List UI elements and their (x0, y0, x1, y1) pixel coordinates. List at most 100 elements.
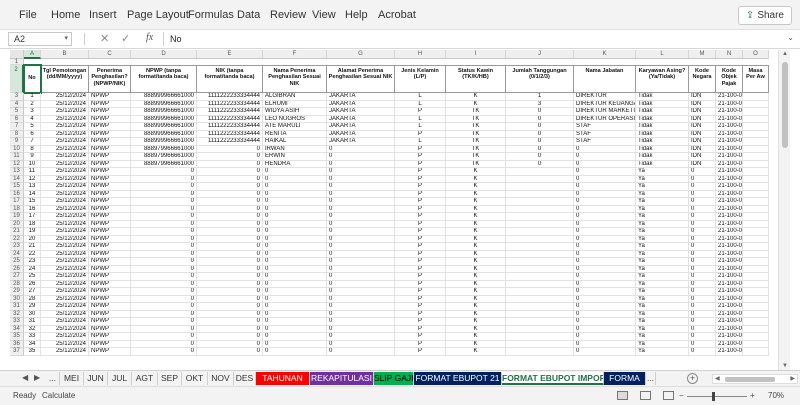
table-cell[interactable]: IDN (689, 100, 716, 108)
normal-view-icon[interactable] (617, 391, 628, 400)
row-header[interactable]: 16 (10, 190, 24, 198)
table-cell[interactable]: 0 (506, 153, 574, 161)
column-header-i[interactable]: I (446, 50, 506, 59)
table-cell[interactable]: 1 (506, 93, 574, 101)
table-cell[interactable]: NPWP (89, 100, 131, 108)
table-cell[interactable]: P (395, 235, 446, 243)
table-cell[interactable]: 21-100-01 (716, 198, 743, 206)
table-cell[interactable]: 24 (24, 265, 41, 273)
table-cell[interactable]: 21-100-01 (716, 175, 743, 183)
table-cell[interactable]: Tidak (636, 100, 689, 108)
table-cell[interactable] (743, 333, 769, 341)
table-cell[interactable]: 1111222233334444 (197, 93, 263, 101)
table-cell[interactable]: K (446, 340, 506, 348)
sheet-tab[interactable]: TAHUNAN (256, 372, 310, 385)
table-cell[interactable]: Ya (636, 213, 689, 221)
header-cell-o[interactable]: Masa Per Aw (743, 65, 769, 93)
table-cell[interactable] (506, 295, 574, 303)
table-cell[interactable]: 0 (263, 295, 327, 303)
table-cell[interactable]: NPWP (89, 250, 131, 258)
table-cell[interactable]: P (395, 280, 446, 288)
table-cell[interactable]: 0 (263, 250, 327, 258)
table-cell[interactable]: 25/12/2024 (41, 265, 89, 273)
table-cell[interactable]: 0 (689, 325, 716, 333)
table-cell[interactable] (506, 273, 574, 281)
table-cell[interactable]: Ya (636, 175, 689, 183)
table-cell[interactable]: 0 (327, 205, 395, 213)
column-header-b[interactable]: B (41, 50, 89, 59)
table-cell[interactable]: L (395, 100, 446, 108)
table-cell[interactable]: K (446, 295, 506, 303)
table-cell[interactable] (506, 205, 574, 213)
table-cell[interactable]: 0 (574, 175, 636, 183)
header-cell-e[interactable]: NIK (tanpa format/tanda baca) (197, 65, 263, 93)
header-cell-k[interactable]: Nama Jabatan (574, 65, 636, 93)
table-cell[interactable]: Ya (636, 325, 689, 333)
row-header[interactable]: 33 (10, 318, 24, 326)
table-cell[interactable]: 21-100-01 (716, 123, 743, 131)
table-cell[interactable]: 0 (131, 258, 197, 266)
row-header[interactable]: 4 (10, 100, 24, 108)
table-cell[interactable]: 0 (574, 183, 636, 191)
column-header-n[interactable]: N (716, 50, 743, 59)
table-cell[interactable]: 25/12/2024 (41, 183, 89, 191)
row-header[interactable]: 3 (10, 93, 24, 101)
table-cell[interactable]: 0 (131, 175, 197, 183)
table-cell[interactable]: 21-100-01 (716, 183, 743, 191)
header-cell-f[interactable]: Nama Penerima Penghasilan Sesuai NIK (263, 65, 327, 93)
header-cell-l[interactable]: Karyawan Asing? (Ya/Tidak) (636, 65, 689, 93)
row-header[interactable]: 27 (10, 273, 24, 281)
table-cell[interactable]: 0 (574, 280, 636, 288)
table-cell[interactable]: 25/12/2024 (41, 220, 89, 228)
row-header[interactable]: 7 (10, 123, 24, 131)
menu-review[interactable]: Review (270, 9, 306, 21)
table-cell[interactable]: 2 (24, 100, 41, 108)
table-cell[interactable]: 0 (689, 235, 716, 243)
table-cell[interactable]: 0 (197, 273, 263, 281)
table-cell[interactable]: K (446, 190, 506, 198)
table-cell[interactable] (506, 340, 574, 348)
table-cell[interactable]: 0 (506, 138, 574, 146)
table-cell[interactable]: 0 (327, 228, 395, 236)
table-cell[interactable]: Ya (636, 265, 689, 273)
table-cell[interactable]: P (395, 348, 446, 356)
table-cell[interactable]: K (446, 265, 506, 273)
table-cell[interactable]: 34 (24, 340, 41, 348)
table-cell[interactable] (743, 258, 769, 266)
sheet-tab[interactable]: MEI (60, 372, 84, 385)
horizontal-scroll-thumb[interactable] (725, 377, 775, 382)
table-cell[interactable] (743, 145, 769, 153)
sheet-tab[interactable]: SLIP GAJI (374, 372, 414, 385)
table-cell[interactable]: P (395, 258, 446, 266)
table-cell[interactable]: 0 (506, 160, 574, 168)
table-cell[interactable]: 0 (574, 318, 636, 326)
table-cell[interactable]: NPWP (89, 153, 131, 161)
table-cell[interactable]: 0 (689, 303, 716, 311)
table-cell[interactable]: 0 (263, 303, 327, 311)
table-cell[interactable]: K (446, 175, 506, 183)
table-cell[interactable]: P (395, 183, 446, 191)
table-cell[interactable]: 0 (263, 348, 327, 356)
table-cell[interactable]: 0 (574, 333, 636, 341)
table-cell[interactable]: 0 (574, 198, 636, 206)
table-cell[interactable]: K (446, 258, 506, 266)
table-cell[interactable]: 0 (327, 250, 395, 258)
table-cell[interactable]: 0 (197, 160, 263, 168)
table-cell[interactable]: ELRUMI (263, 100, 327, 108)
table-cell[interactable]: TK (446, 145, 506, 153)
table-cell[interactable]: 0 (689, 228, 716, 236)
table-cell[interactable] (506, 258, 574, 266)
table-cell[interactable]: 0 (689, 250, 716, 258)
table-cell[interactable]: 0 (574, 295, 636, 303)
table-cell[interactable] (743, 130, 769, 138)
row-header[interactable]: 14 (10, 175, 24, 183)
table-cell[interactable]: 3 (506, 100, 574, 108)
table-cell[interactable]: P (395, 168, 446, 176)
table-cell[interactable]: 888979966661000 (131, 145, 197, 153)
table-cell[interactable]: 0 (506, 115, 574, 123)
table-cell[interactable]: 0 (197, 198, 263, 206)
table-cell[interactable]: 0 (327, 198, 395, 206)
table-cell[interactable]: 888999966661000 (131, 108, 197, 116)
table-cell[interactable]: 0 (131, 318, 197, 326)
table-cell[interactable]: 888999966661000 (131, 138, 197, 146)
